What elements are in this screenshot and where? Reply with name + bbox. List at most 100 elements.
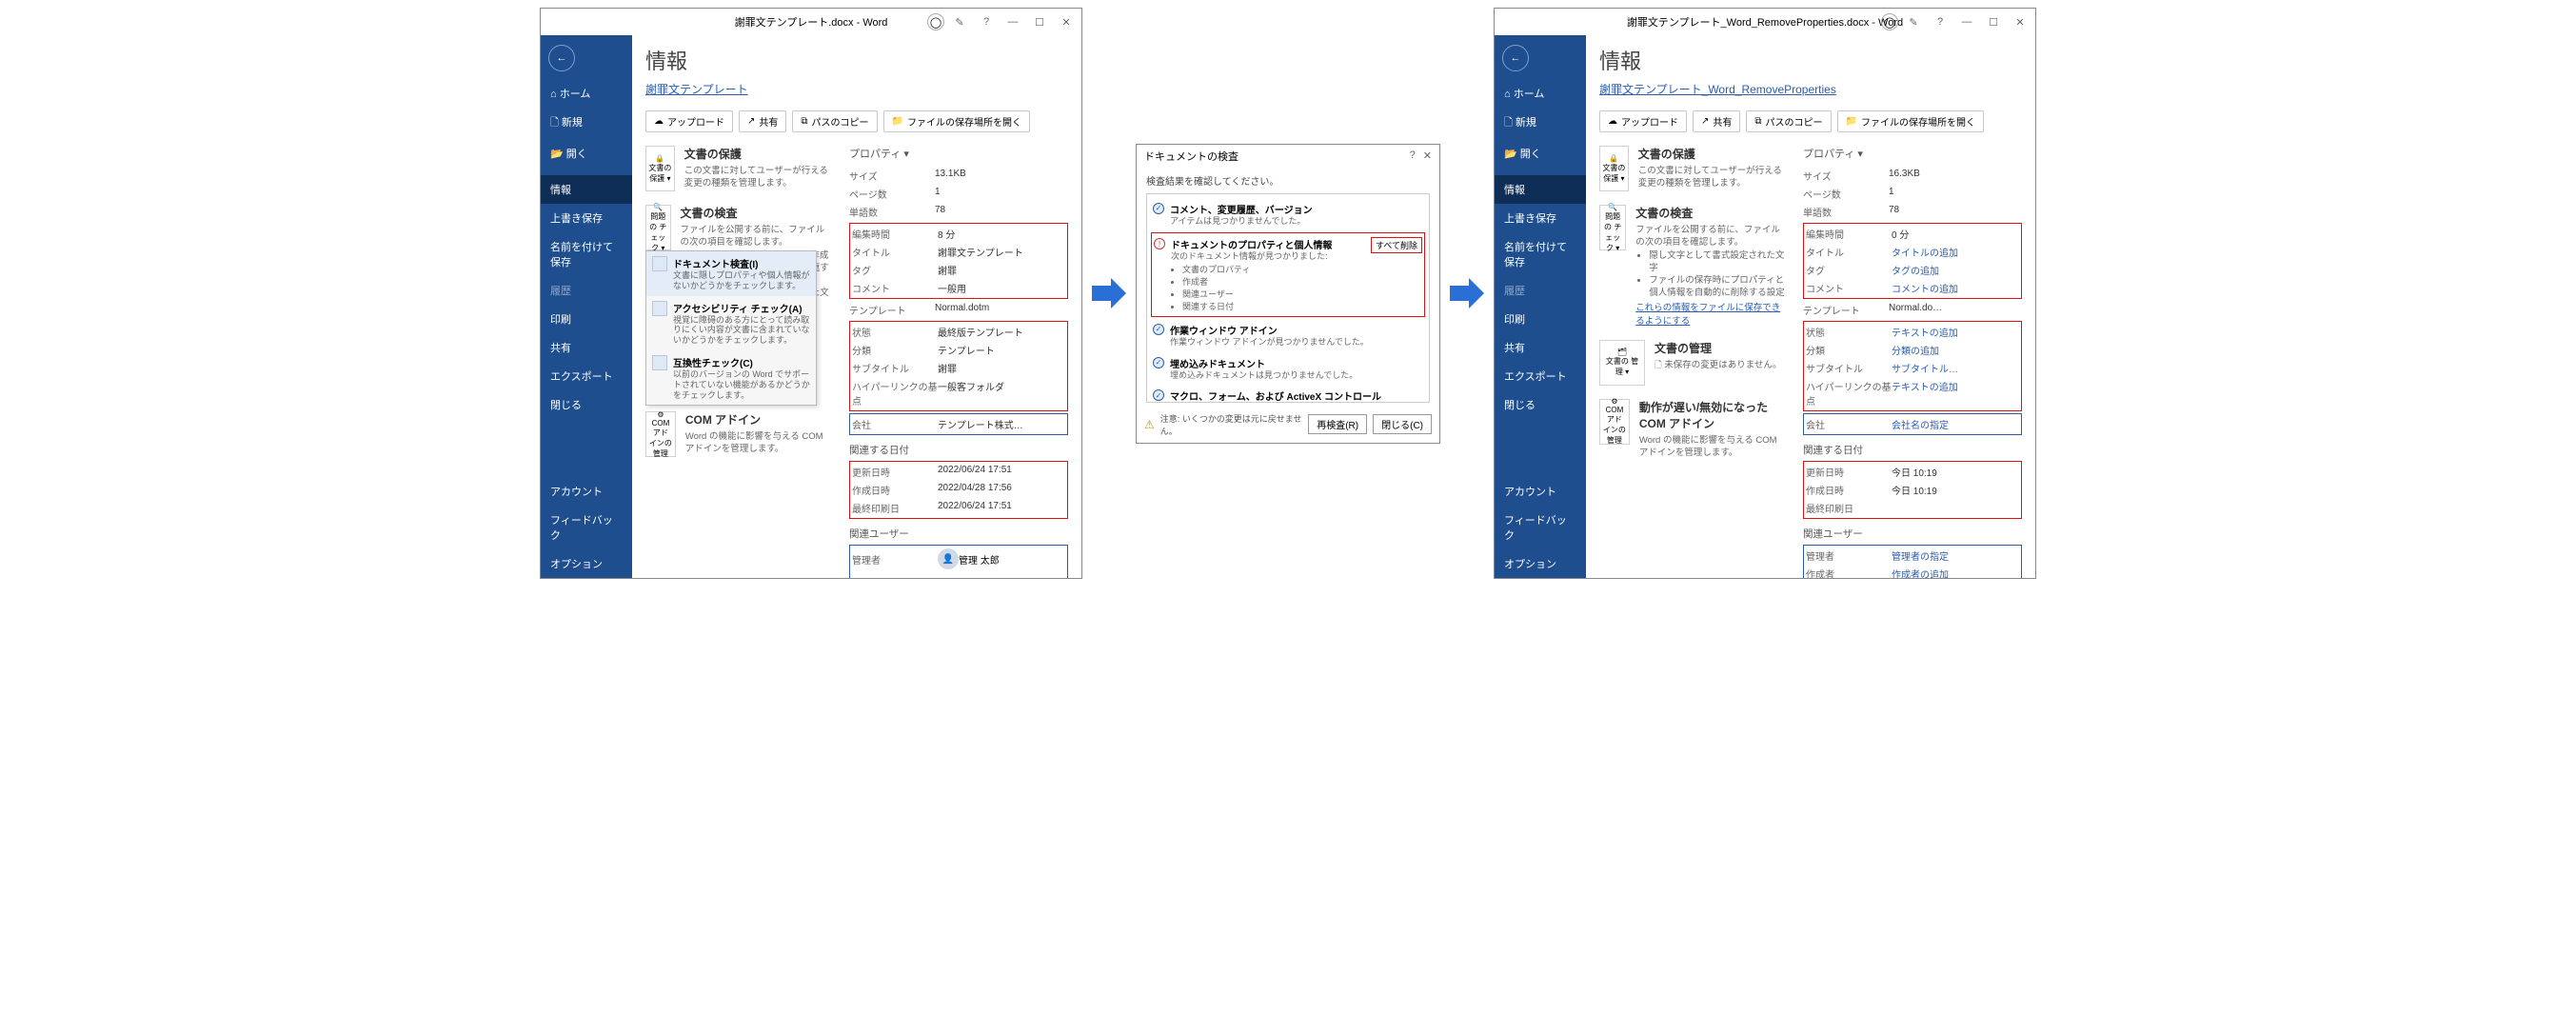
page-title: 情報 [1599, 45, 2022, 75]
result-taskpane: ✓作業ウィンドウ アドイン作業ウィンドウ アドインが見つかりませんでした。 [1151, 319, 1425, 352]
red-box-dates: 更新日時今日 10:19 作成日時今日 10:19 最終印刷日 [1803, 461, 2022, 519]
properties-heading[interactable]: プロパティ ▾ [1803, 146, 2022, 161]
check-issues-menu: ドキュメント検査(I)文書に隠しプロパティや個人情報がないかどうかをチェックしま… [645, 250, 817, 406]
nav-home[interactable]: ⌂ ホーム [541, 79, 632, 108]
nav-export[interactable]: エクスポート [541, 362, 632, 390]
com-addin-button[interactable]: ⚙COM アド インの管理 [645, 411, 676, 457]
share-ribbon-icon[interactable]: ✎ [1902, 12, 1925, 31]
protect-title: 文書の保護 [684, 146, 832, 162]
minimize-icon[interactable]: — [1001, 12, 1024, 31]
document-link[interactable]: 謝罪文テンプレート_Word_RemoveProperties [1599, 81, 1836, 97]
maximize-icon[interactable]: ☐ [1982, 12, 2005, 31]
menu-compatibility-check[interactable]: 互換性チェック(C)以前のバージョンの Word でサポートされていない機能があ… [646, 350, 816, 405]
dialog-note: 検査結果を確認してください。 [1146, 173, 1430, 188]
upload-button[interactable]: ☁ アップロード [1599, 110, 1687, 132]
dialog-title: ドキュメントの検査 [1144, 149, 1238, 164]
upload-button[interactable]: ☁ アップロード [645, 110, 733, 132]
related-dates-heading: 関連する日付 [849, 443, 1068, 457]
copy-path-button[interactable]: ⧉ パスのコピー [792, 110, 877, 132]
com-addin-section: ⚙COM アド インの管理 動作が遅い/無効になった COM アドインWord … [1599, 399, 1786, 460]
titlebar: 謝罪文テンプレート_Word_RemoveProperties.docx - W… [1495, 9, 2035, 35]
menu-accessibility-check[interactable]: アクセシビリティ チェック(A)視覚に障碍のある方にとって読み取りにくい内容が文… [646, 296, 816, 350]
nav-account[interactable]: アカウント [1495, 477, 1586, 506]
word-window-after: 謝罪文テンプレート_Word_RemoveProperties.docx - W… [1494, 8, 2036, 579]
nav-history: 履歴 [541, 276, 632, 305]
nav-share[interactable]: 共有 [541, 333, 632, 362]
window-title: 謝罪文テンプレート_Word_RemoveProperties.docx - W… [1627, 14, 1903, 30]
back-button[interactable]: ← [1502, 45, 1529, 71]
nav-account[interactable]: アカウント [541, 477, 632, 506]
nav-export[interactable]: エクスポート [1495, 362, 1586, 390]
arrow-icon [1448, 274, 1486, 312]
page-title: 情報 [645, 45, 1068, 75]
document-link[interactable]: 謝罪文テンプレート [645, 81, 748, 97]
dialog-help-icon[interactable]: ? [1410, 149, 1416, 162]
red-box-status-props: 状態最終版テンプレート 分類テンプレート サブタイトル謝罪 ハイパーリンクの基点… [849, 321, 1068, 411]
remove-all-button[interactable]: すべて削除 [1371, 237, 1422, 253]
open-location-button[interactable]: 📁 ファイルの保存場所を開く [1837, 110, 1984, 132]
nav-info[interactable]: 情報 [541, 175, 632, 204]
protect-section: 🔒文書の 保護 ▾ 文書の保護この文書に対してユーザーが行える変更の種類を管理し… [645, 146, 832, 191]
check-issues-button[interactable]: 🔍問題の チェック ▾ [645, 205, 671, 250]
check-issues-button[interactable]: 🔍問題の チェック ▾ [1599, 205, 1626, 250]
inspect-section: 🔍問題の チェック ▾ 文書の検査ファイルを公開する前に、ファイルの次の項目を確… [645, 205, 832, 312]
help-icon[interactable]: ? [1929, 12, 1952, 31]
nav-print[interactable]: 印刷 [541, 305, 632, 333]
close-button[interactable]: 閉じる(C) [1373, 414, 1432, 434]
inspect-title: 文書の検査 [681, 205, 833, 221]
nav-new[interactable]: 🗋 新規 [541, 108, 632, 139]
nav-feedback[interactable]: フィードバック [1495, 506, 1586, 549]
warn-icon: ! [1154, 238, 1165, 249]
open-location-button[interactable]: 📁 ファイルの保存場所を開く [883, 110, 1030, 132]
reinspect-button[interactable]: 再検査(R) [1308, 414, 1367, 434]
allow-save-link[interactable]: これらの情報をファイルに保存できるようにする [1635, 303, 1780, 327]
account-icon[interactable]: ◯ [927, 13, 944, 30]
nav-options[interactable]: オプション [541, 549, 632, 578]
dialog-titlebar: ドキュメントの検査 ? ✕ [1137, 145, 1439, 168]
nav-new[interactable]: 🗋 新規 [1495, 108, 1586, 139]
dialog-close-icon[interactable]: ✕ [1423, 149, 1432, 162]
nav-open[interactable]: 📂 開く [541, 139, 632, 168]
arrow-icon [1090, 274, 1128, 312]
nav-save[interactable]: 上書き保存 [541, 204, 632, 232]
nav-save[interactable]: 上書き保存 [1495, 204, 1586, 232]
nav-saveas[interactable]: 名前を付けて保存 [1495, 232, 1586, 276]
nav-info[interactable]: 情報 [1495, 175, 1586, 204]
nav-options[interactable]: オプション [1495, 549, 1586, 578]
result-comments: ✓コメント、変更履歴、バージョンアイテムは見つかりませんでした。 [1151, 198, 1425, 231]
com-addin-section: ⚙COM アド インの管理 COM アドインWord の機能に影響を与える CO… [645, 411, 832, 457]
avatar: 👤 [938, 548, 959, 569]
blue-box-users: 管理者管理者の指定 作成者作成者の追加 最終更新者未保存 [1803, 545, 2022, 578]
properties-heading[interactable]: プロパティ ▾ [849, 146, 1068, 161]
protect-document-button[interactable]: 🔒文書の 保護 ▾ [645, 146, 675, 191]
help-icon[interactable]: ? [975, 12, 998, 31]
share-button[interactable]: ↗ 共有 [1693, 110, 1740, 132]
com-addin-button[interactable]: ⚙COM アド インの管理 [1599, 399, 1630, 445]
close-icon[interactable]: ✕ [1055, 12, 1078, 31]
titlebar: 謝罪文テンプレート.docx - Word ◯ ✎ ? — ☐ ✕ [541, 9, 1081, 35]
related-users-heading: 関連ユーザー [849, 527, 1068, 541]
share-button[interactable]: ↗ 共有 [739, 110, 786, 132]
nav-close[interactable]: 閉じる [1495, 390, 1586, 419]
copy-path-button[interactable]: ⧉ パスのコピー [1746, 110, 1831, 132]
share-ribbon-icon[interactable]: ✎ [948, 12, 971, 31]
nav-home[interactable]: ⌂ ホーム [1495, 79, 1586, 108]
menu-inspect-document[interactable]: ドキュメント検査(I)文書に隠しプロパティや個人情報がないかどうかをチェックしま… [646, 251, 816, 296]
account-icon[interactable]: ◯ [1881, 13, 1898, 30]
nav-saveas[interactable]: 名前を付けて保存 [541, 232, 632, 276]
inspect-section: 🔍問題の チェック ▾ 文書の検査ファイルを公開する前に、ファイルの次の項目を確… [1599, 205, 1786, 327]
nav-close[interactable]: 閉じる [541, 390, 632, 419]
nav-share[interactable]: 共有 [1495, 333, 1586, 362]
result-macros: ✓マクロ、フォーム、および ActiveX コントロールマクロ、フォーム、および… [1151, 385, 1425, 402]
nav-open[interactable]: 📂 開く [1495, 139, 1586, 168]
back-button[interactable]: ← [548, 45, 575, 71]
nav-feedback[interactable]: フィードバック [541, 506, 632, 549]
protect-document-button[interactable]: 🔒文書の 保護 ▾ [1599, 146, 1629, 191]
maximize-icon[interactable]: ☐ [1028, 12, 1051, 31]
nav-print[interactable]: 印刷 [1495, 305, 1586, 333]
manage-section: 🗂文書の 管理 ▾ 文書の管理🗋 未保存の変更はありません。 [1599, 340, 1786, 386]
manage-document-button[interactable]: 🗂文書の 管理 ▾ [1599, 340, 1645, 386]
minimize-icon[interactable]: — [1955, 12, 1978, 31]
close-icon[interactable]: ✕ [2009, 12, 2031, 31]
check-icon: ✓ [1153, 324, 1164, 335]
